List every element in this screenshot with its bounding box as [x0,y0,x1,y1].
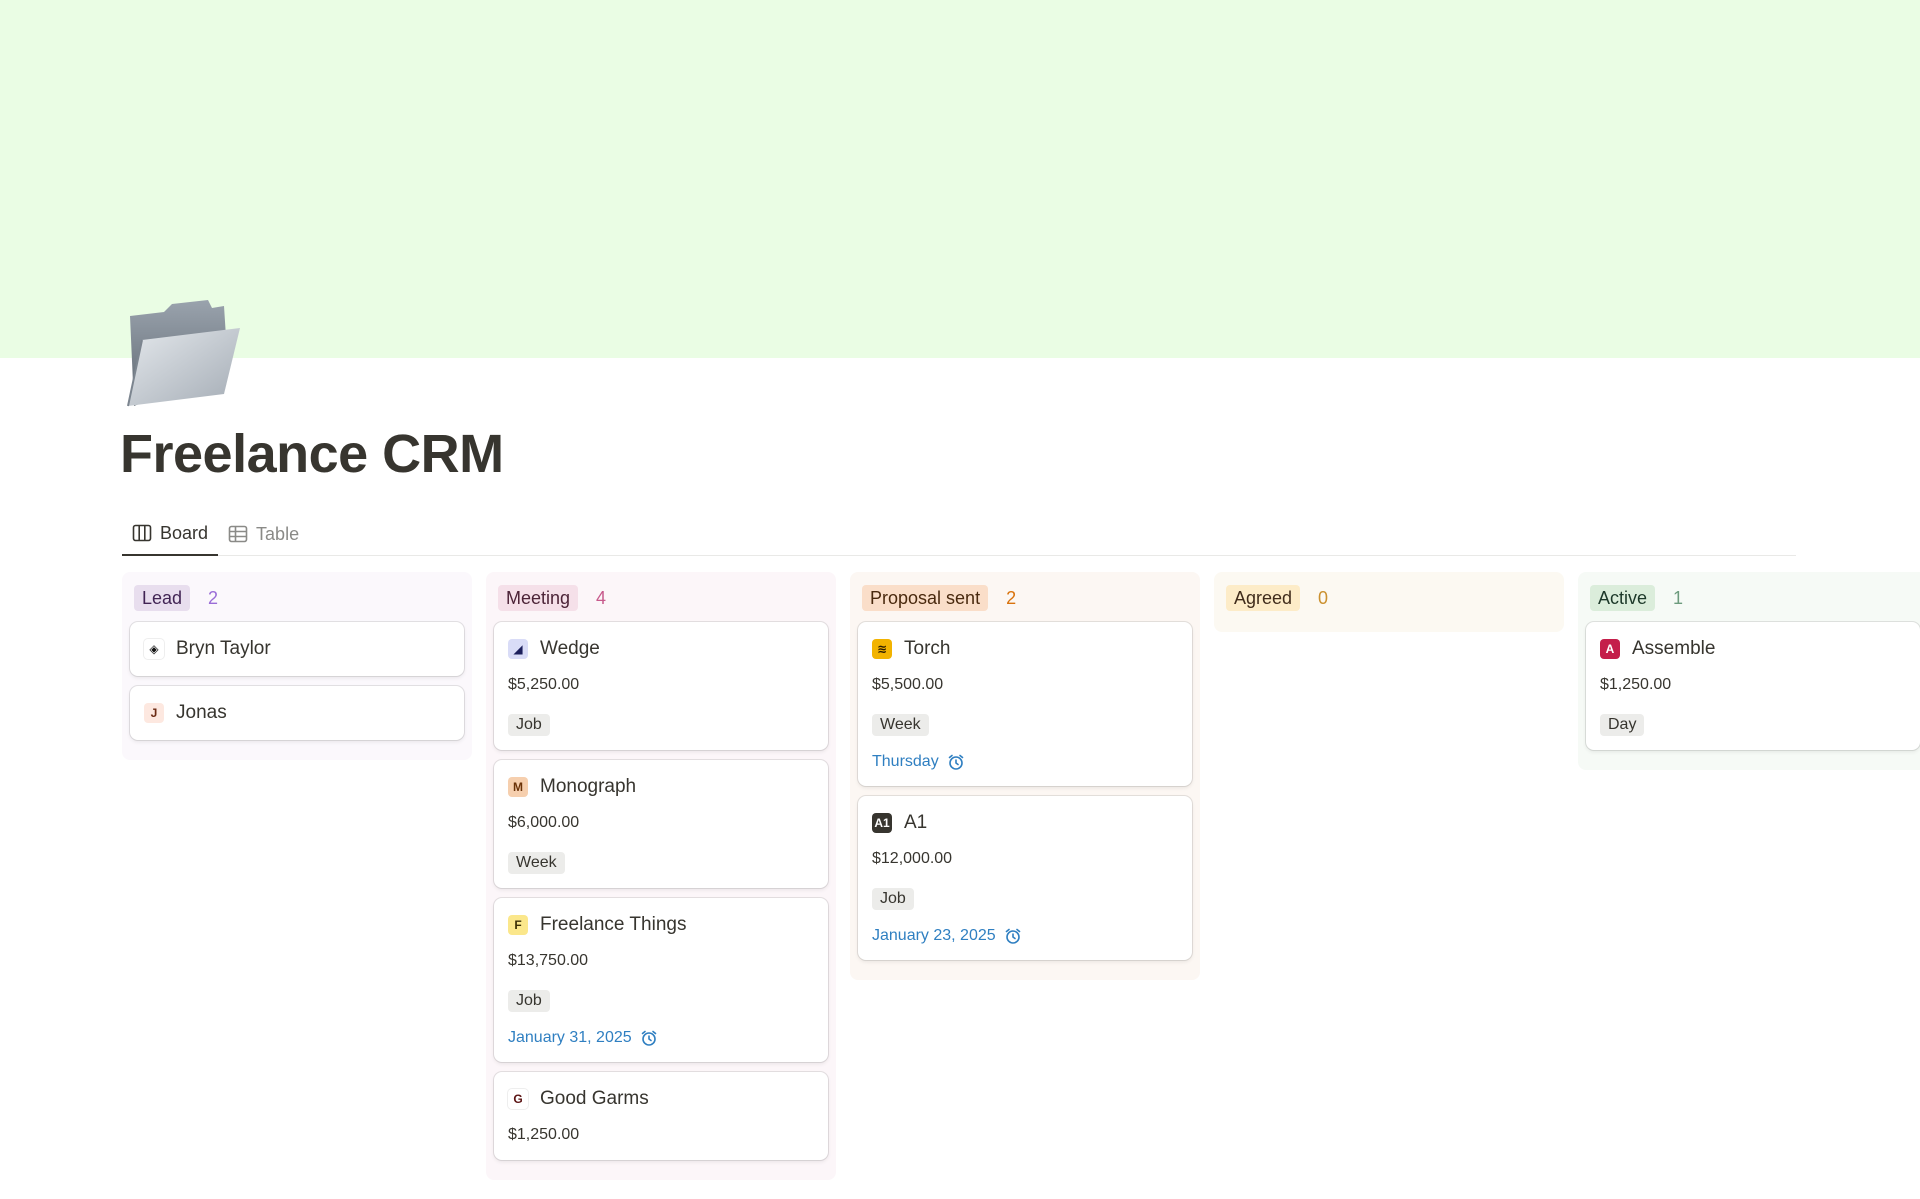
board-card[interactable]: M Monograph $6,000.00 Week [494,760,828,888]
card-amount: $12,000.00 [872,850,953,867]
card-rate-tag: Job [508,714,550,736]
table-view-icon [228,525,248,543]
card-title-text: Torch [904,638,951,659]
card-title: ≋ Torch [872,636,1178,662]
board-card[interactable]: ◈ Bryn Taylor [130,622,464,676]
folder-icon[interactable] [124,298,242,408]
card-tag-wrap: Job [872,870,1178,910]
column-header[interactable]: Active 1 [1586,582,1920,614]
card-amount: $1,250.00 [508,1126,580,1143]
card-reminder-date: Thursday [872,752,1178,772]
company-logo-icon: A1 [872,813,892,833]
column-status-tag: Active [1590,585,1656,611]
card-title-text: Monograph [540,776,637,797]
company-logo-icon: J [144,703,164,723]
card-title: F Freelance Things [508,912,814,938]
card-tag-wrap: Day [1600,696,1906,736]
column-count: 2 [208,587,219,608]
card-date-text: January 31, 2025 [508,1029,632,1046]
card-rate-tag: Job [872,888,914,910]
alarm-clock-icon [1005,928,1020,944]
column-count: 4 [596,587,607,608]
column-header[interactable]: Agreed 0 [1222,582,1556,614]
card-title: M Monograph [508,774,814,800]
column-count: 0 [1318,587,1329,608]
column-header[interactable]: Meeting 4 [494,582,828,614]
column-status-tag: Meeting [498,585,579,611]
column-status-tag: Agreed [1226,585,1301,611]
card-reminder-date: January 23, 2025 [872,926,1178,946]
board-column-proposal-sent: Proposal sent 2 ≋ Torch $5,500.00 Week Thursda… [850,572,1200,980]
kanban-board: Lead 2 ◈ Bryn Taylor J Jonas Meeting 4 ◢ Wedge $5,… [122,572,1920,1199]
card-title-text: Wedge [540,638,600,659]
card-title: A Assemble [1600,636,1906,662]
tab-board[interactable]: Board [122,512,219,556]
column-count: 1 [1673,587,1684,608]
board-column-meeting: Meeting 4 ◢ Wedge $5,250.00 Job M Monograph $6,0… [486,572,836,1180]
card-amount: $5,500.00 [872,676,944,693]
card-amount: $1,250.00 [1600,676,1672,693]
card-title: G Good Garms [508,1086,814,1112]
card-title-text: A1 [904,812,928,833]
company-logo-icon: A [1600,639,1620,659]
board-card[interactable]: J Jonas [130,686,464,740]
card-tag-wrap: Week [872,696,1178,736]
board-column-lead: Lead 2 ◈ Bryn Taylor J Jonas [122,572,472,760]
column-header[interactable]: Proposal sent 2 [858,582,1192,614]
board-card[interactable]: F Freelance Things $13,750.00 Job January 31… [494,898,828,1062]
company-logo-icon: ◈ [144,639,164,659]
column-count: 2 [1006,587,1017,608]
view-tabs: Board Table [122,512,1796,556]
card-title-text: Jonas [176,702,227,723]
card-title: ◢ Wedge [508,636,814,662]
card-tag-wrap: Job [508,696,814,736]
tab-table-label: Table [256,523,300,544]
board-view-icon [132,524,152,542]
card-title-text: Assemble [1632,638,1716,659]
card-rate-tag: Week [508,852,565,874]
board-card[interactable]: ◢ Wedge $5,250.00 Job [494,622,828,750]
card-rate-tag: Week [872,714,929,736]
company-logo-icon: F [508,915,528,935]
column-status-tag: Proposal sent [862,585,989,611]
company-logo-icon: ◢ [508,639,528,659]
board-card[interactable]: A Assemble $1,250.00 Day [1586,622,1920,750]
board-card[interactable]: ≋ Torch $5,500.00 Week Thursday [858,622,1192,786]
card-title-text: Freelance Things [540,914,687,935]
tab-board-label: Board [160,522,209,543]
card-title: J Jonas [144,700,450,726]
company-logo-icon: M [508,777,528,797]
board-card[interactable]: G Good Garms $1,250.00 [494,1072,828,1160]
page-title: Freelance CRM [120,424,504,484]
card-amount: $5,250.00 [508,676,580,693]
column-header[interactable]: Lead 2 [130,582,464,614]
card-amount: $6,000.00 [508,814,580,831]
board-column-agreed: Agreed 0 [1214,572,1564,632]
card-title-text: Good Garms [540,1088,649,1109]
alarm-clock-icon [641,1030,656,1046]
company-logo-icon: ≋ [872,639,892,659]
card-title: ◈ Bryn Taylor [144,636,450,662]
alarm-clock-icon [948,754,964,770]
card-amount: $13,750.00 [508,952,589,969]
page-cover [0,0,1920,358]
card-reminder-date: January 31, 2025 [508,1028,814,1048]
company-logo-icon: G [508,1089,528,1109]
card-tag-wrap: Job [508,972,814,1012]
column-status-tag: Lead [134,585,191,611]
card-tag-wrap: Week [508,834,814,874]
board-column-active: Active 1 A Assemble $1,250.00 Day [1578,572,1920,770]
card-rate-tag: Job [508,990,550,1012]
tab-table[interactable]: Table [218,512,309,556]
card-rate-tag: Day [1600,714,1645,736]
card-title-text: Bryn Taylor [176,638,271,659]
board-card[interactable]: A1 A1 $12,000.00 Job January 23, 2025 [858,796,1192,960]
card-date-text: Thursday [872,753,939,770]
card-date-text: January 23, 2025 [872,927,996,944]
card-title: A1 A1 [872,810,1178,836]
